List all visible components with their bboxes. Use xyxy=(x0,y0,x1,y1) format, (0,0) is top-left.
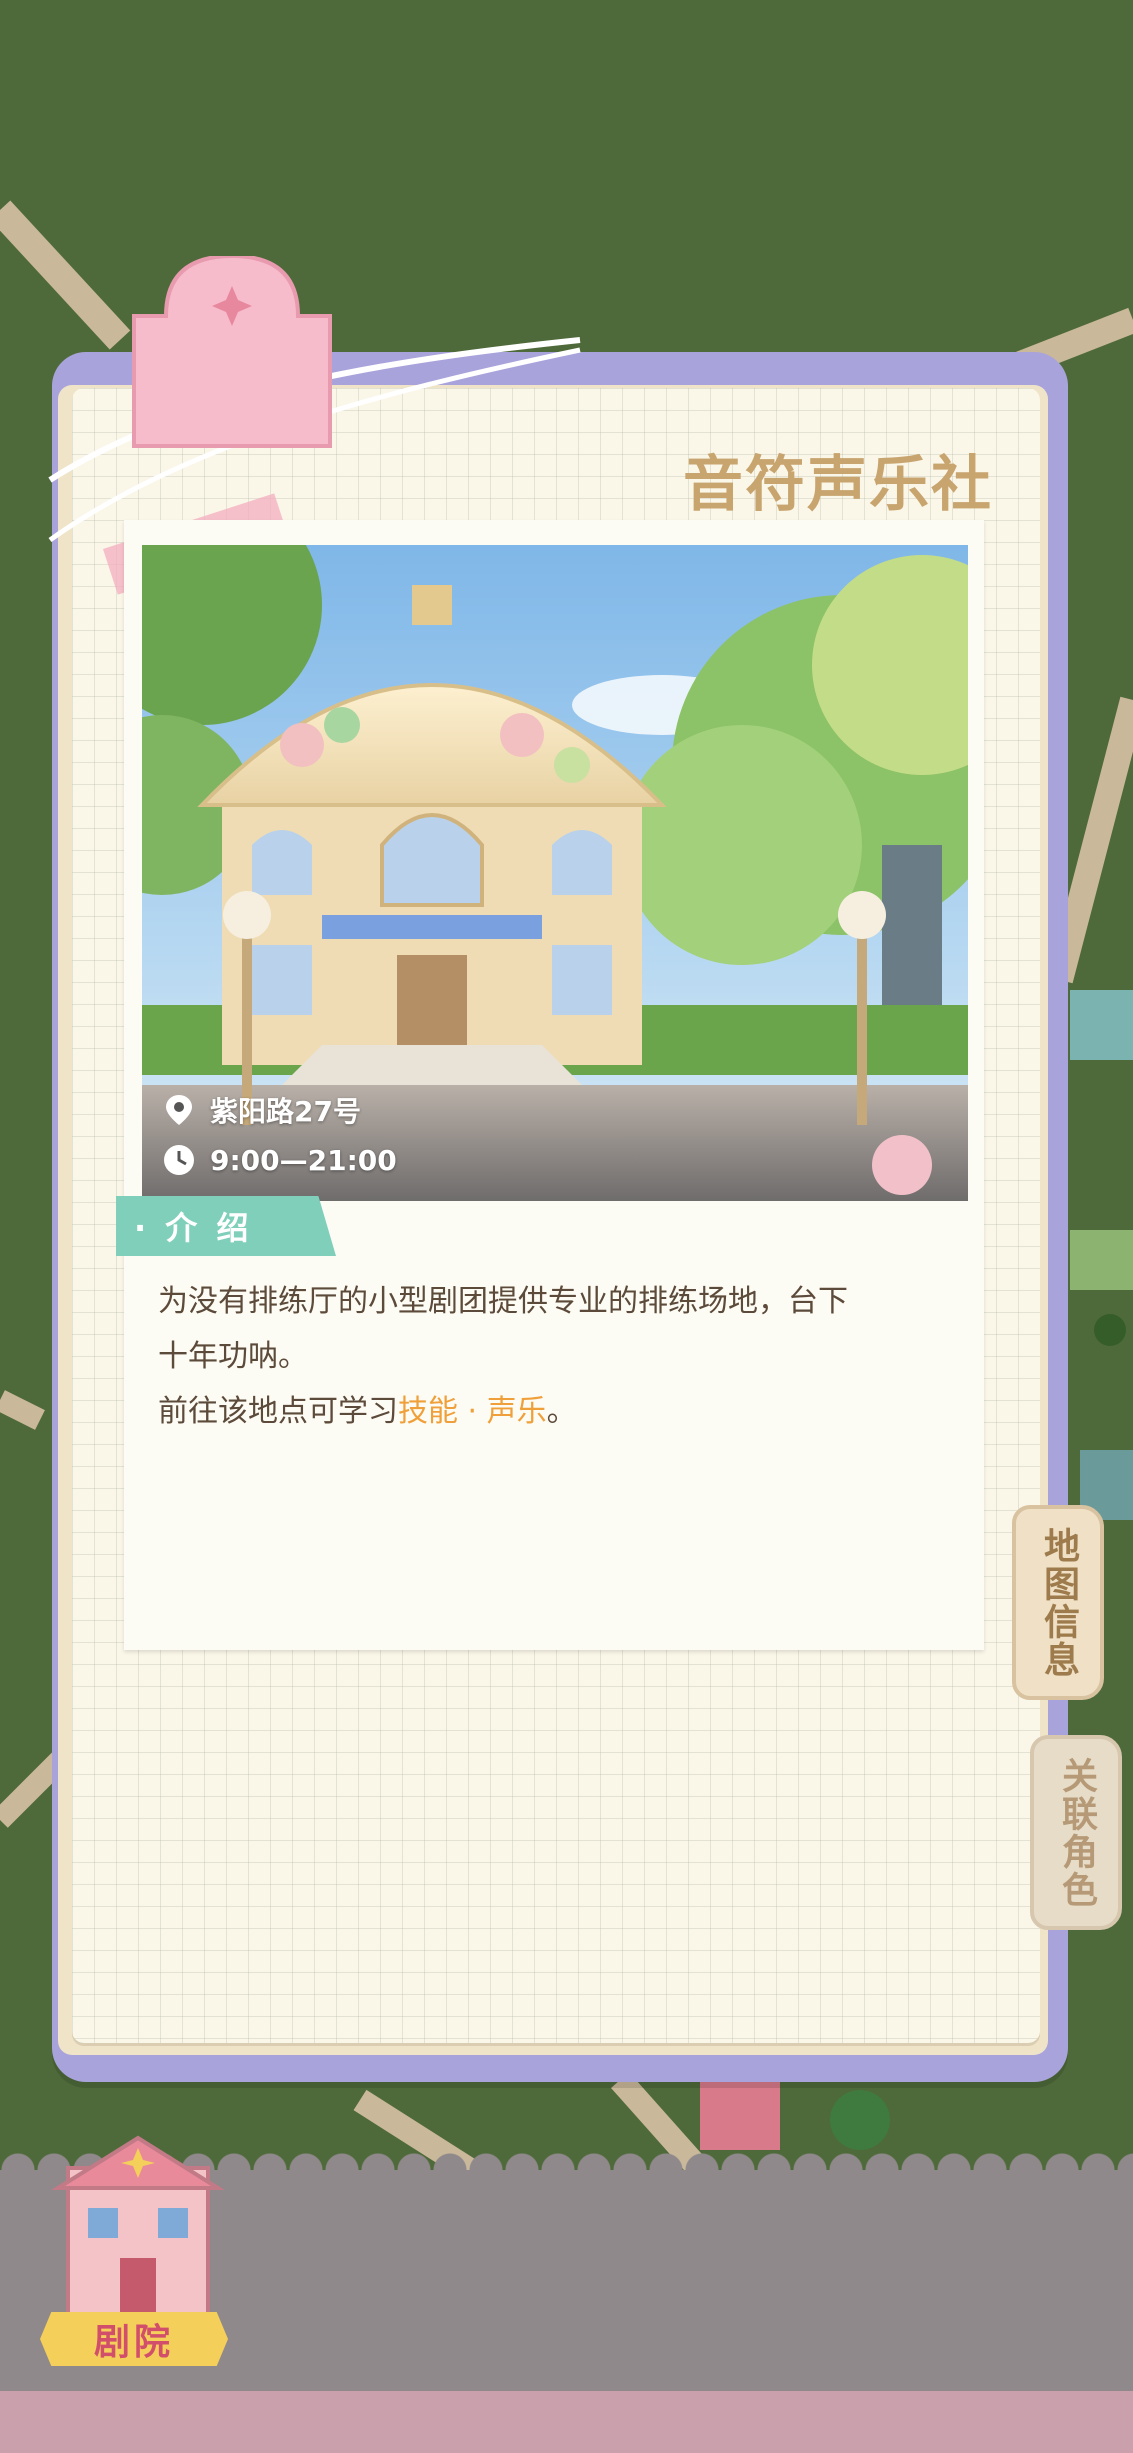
skill-highlight[interactable]: 技能 · 声乐 xyxy=(398,1394,547,1429)
tab-related-characters[interactable]: 关联角色 xyxy=(1030,1735,1122,1930)
intro-ribbon: · 介 绍 xyxy=(116,1196,336,1256)
intro-line-1: 为没有排练厅的小型剧团提供专业的排练场地，台下 xyxy=(158,1284,848,1319)
intro-line-2: 十年功呐。 xyxy=(158,1339,308,1374)
location-pin-icon xyxy=(162,1093,196,1127)
intro-description: 为没有排练厅的小型剧团提供专业的排练场地，台下 十年功呐。 前往该地点可学习技能… xyxy=(158,1274,938,1439)
theatre-label[interactable]: 剧院 xyxy=(40,2312,228,2366)
pink-clip xyxy=(132,256,332,448)
learn-prefix: 前往该地点可学习 xyxy=(158,1394,398,1429)
clock-icon xyxy=(162,1143,196,1177)
learn-suffix: 。 xyxy=(546,1394,577,1429)
hours-text: 9:00—21:00 xyxy=(210,1143,397,1177)
bottom-bar-strip xyxy=(0,2391,1133,2453)
location-title: 音符声乐社 xyxy=(683,450,993,520)
intro-learn-line: 前往该地点可学习技能 · 声乐。 xyxy=(158,1384,938,1439)
address-text: 紫阳路27号 xyxy=(210,1095,361,1128)
hours-row: 9:00—21:00 xyxy=(162,1143,397,1177)
tab-map-info[interactable]: 地图信息 xyxy=(1012,1505,1104,1700)
address-row: 紫阳路27号 xyxy=(162,1090,361,1130)
